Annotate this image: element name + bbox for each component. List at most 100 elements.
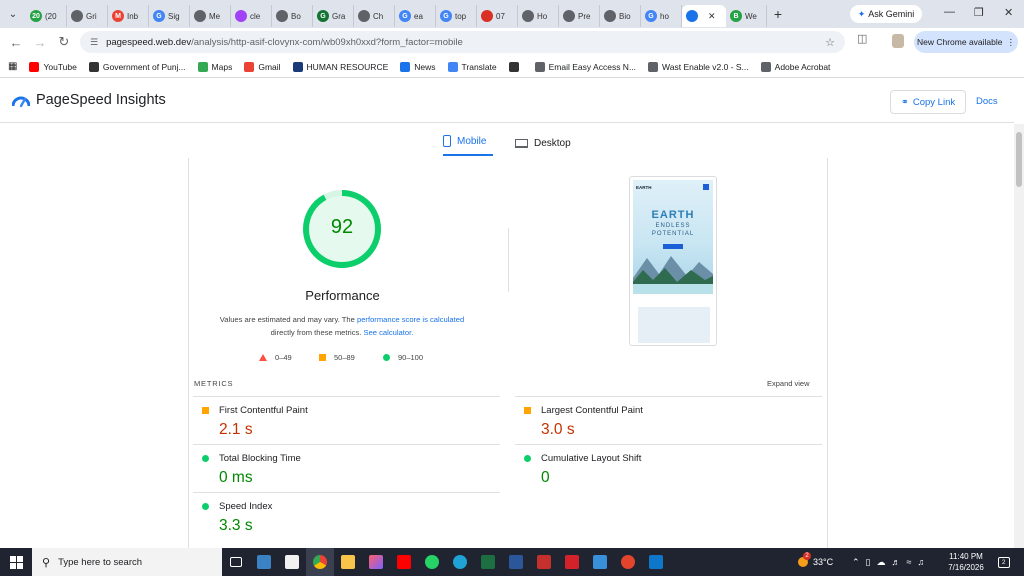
remote-app-icon[interactable]	[642, 548, 670, 576]
browser-tab[interactable]: G Sig	[149, 5, 190, 27]
ask-gemini-button[interactable]: ✦ Ask Gemini	[850, 5, 922, 23]
back-arrow-icon[interactable]: ←	[4, 35, 28, 50]
copilot-app-icon[interactable]	[250, 548, 278, 576]
browser-tab[interactable]: cle	[231, 5, 272, 27]
tab-favicon-icon	[194, 10, 206, 22]
bookmark-item[interactable]: Email Easy Access N...	[534, 61, 636, 72]
taskbar-search-input[interactable]: ⚲ Type here to search	[32, 548, 222, 576]
weather-widget[interactable]: 2 33°C	[798, 548, 833, 576]
new-tab-button[interactable]: +	[767, 6, 789, 22]
browser-toolbar: ← → ↻ ☰ pagespeed.web.dev /analysis/http…	[0, 28, 1024, 56]
browser-tab[interactable]: Gho	[641, 5, 682, 27]
site-info-icon[interactable]: ☰	[90, 37, 98, 48]
scrollbar-thumb[interactable]	[1016, 132, 1022, 187]
bookmark-item[interactable]: Adobe Acrobat	[760, 61, 830, 72]
pass-circle-icon	[524, 455, 531, 462]
excel-app-icon[interactable]	[474, 548, 502, 576]
access-app-icon[interactable]	[530, 548, 558, 576]
bookmark-item[interactable]	[508, 61, 523, 72]
device-icon[interactable]: ▯	[866, 557, 871, 568]
app-icon-colorful[interactable]	[362, 548, 390, 576]
browser-tab[interactable]: Gri	[67, 5, 108, 27]
extensions-icon[interactable]: ◫	[857, 32, 867, 45]
see-calculator-link[interactable]: See calculator.	[364, 328, 414, 337]
close-window-icon[interactable]: ✕	[1004, 6, 1013, 19]
bookmark-item[interactable]: Government of Punj...	[88, 61, 186, 72]
tab-active-pagespeed[interactable]: ✕	[682, 5, 726, 27]
youtube-app-icon[interactable]	[390, 548, 418, 576]
microsoft-store-icon[interactable]	[278, 548, 306, 576]
notification-center-icon[interactable]: 2	[998, 548, 1010, 576]
score-calculated-link[interactable]: performance score is calculated	[357, 315, 464, 324]
browser-tab[interactable]: Me	[190, 5, 231, 27]
photos-app-icon[interactable]	[586, 548, 614, 576]
wifi-icon[interactable]: ≈	[907, 557, 912, 567]
browser-tab[interactable]: Gtop	[436, 5, 477, 27]
bookmark-item[interactable]: Maps	[197, 61, 232, 72]
file-explorer-icon[interactable]	[334, 548, 362, 576]
browser-tab[interactable]: M Inb	[108, 5, 149, 27]
more-menu-icon[interactable]: ⋮	[1007, 37, 1016, 48]
media-app-icon[interactable]	[614, 548, 642, 576]
new-chrome-available-button[interactable]: New Chrome available ⋮	[914, 31, 1018, 53]
link-icon: ⚭	[900, 96, 909, 108]
clock-time: 11:40 PM	[949, 552, 983, 561]
browser-tab[interactable]: G Gra	[313, 5, 354, 27]
gemini-sparkle-icon: ✦	[857, 8, 866, 19]
address-bar[interactable]: ☰ pagespeed.web.dev /analysis/http-asif-…	[80, 31, 845, 53]
screenshot-lower	[638, 307, 710, 343]
bookmark-item[interactable]: YouTube	[29, 61, 77, 72]
tab-desktop[interactable]: Desktop	[515, 130, 571, 156]
minimize-icon[interactable]: —	[944, 6, 955, 18]
tab-search-chevron-icon[interactable]: ⌄	[0, 0, 26, 28]
expand-view-toggle[interactable]: Expand view	[767, 379, 810, 388]
bookmark-label: News	[414, 61, 436, 72]
browser-tab[interactable]: Bo	[272, 5, 313, 27]
smartphone-icon	[443, 135, 451, 147]
restore-icon[interactable]: ❐	[974, 6, 984, 19]
tab-favicon-icon: G	[440, 10, 452, 22]
word-app-icon[interactable]	[502, 548, 530, 576]
browser-tab[interactable]: B We	[726, 5, 767, 27]
browser-tab[interactable]: Ho	[518, 5, 559, 27]
copy-link-button[interactable]: ⚭ Copy Link	[890, 90, 966, 114]
task-view-icon[interactable]	[222, 548, 250, 576]
bookmark-item[interactable]: Translate	[447, 61, 497, 72]
metric-item: Total Blocking Time 0 ms	[193, 444, 500, 492]
browser-tab[interactable]: 07	[477, 5, 518, 27]
page-screenshot-thumbnail: EARTH EARTH ENDLESS POTENTIAL	[629, 176, 717, 346]
docs-link[interactable]: Docs	[976, 96, 998, 107]
browser-tab[interactable]: 20 (20	[26, 5, 67, 27]
browser-tab[interactable]: Bio	[600, 5, 641, 27]
volume-icon[interactable]: ♫	[917, 557, 924, 567]
show-hidden-icons-icon[interactable]: ⌃	[852, 557, 860, 568]
metrics-heading: METRICS	[194, 379, 234, 388]
forward-arrow-icon[interactable]: →	[28, 35, 52, 50]
page-scrollbar[interactable]	[1014, 124, 1024, 548]
windows-start-icon[interactable]	[0, 548, 32, 576]
bookmark-item[interactable]: News	[400, 61, 436, 72]
tab-label: cle	[250, 11, 261, 21]
acrobat-app-icon[interactable]	[558, 548, 586, 576]
clock-date: 7/16/2026	[948, 563, 984, 572]
browser-tab[interactable]: Pre	[559, 5, 600, 27]
tab-favicon-icon: G	[317, 10, 329, 22]
chrome-app-icon[interactable]	[306, 548, 334, 576]
browser-tab[interactable]: Gea	[395, 5, 436, 27]
bookmark-item[interactable]: Gmail	[244, 61, 281, 72]
bookmark-item[interactable]: HUMAN RESOURCE	[292, 61, 388, 72]
apps-grid-icon[interactable]: ▦	[8, 61, 17, 72]
speaker-icon[interactable]: ♬	[892, 557, 901, 567]
bookmark-item[interactable]: Wast Enable v2.0 - S...	[648, 61, 749, 72]
close-tab-icon[interactable]: ✕	[708, 11, 716, 22]
edge-app-icon[interactable]	[446, 548, 474, 576]
browser-tab[interactable]: Ch	[354, 5, 395, 27]
tab-favicon-icon	[276, 10, 288, 22]
onedrive-cloud-icon[interactable]: ☁	[877, 557, 886, 568]
taskbar-clock[interactable]: 11:40 PM 7/16/2026	[940, 551, 992, 573]
bookmark-star-icon[interactable]: ☆	[825, 36, 835, 49]
whatsapp-app-icon[interactable]	[418, 548, 446, 576]
reload-icon[interactable]: ↻	[52, 34, 76, 50]
tab-mobile[interactable]: Mobile	[443, 130, 493, 156]
profile-avatar[interactable]	[892, 34, 904, 48]
